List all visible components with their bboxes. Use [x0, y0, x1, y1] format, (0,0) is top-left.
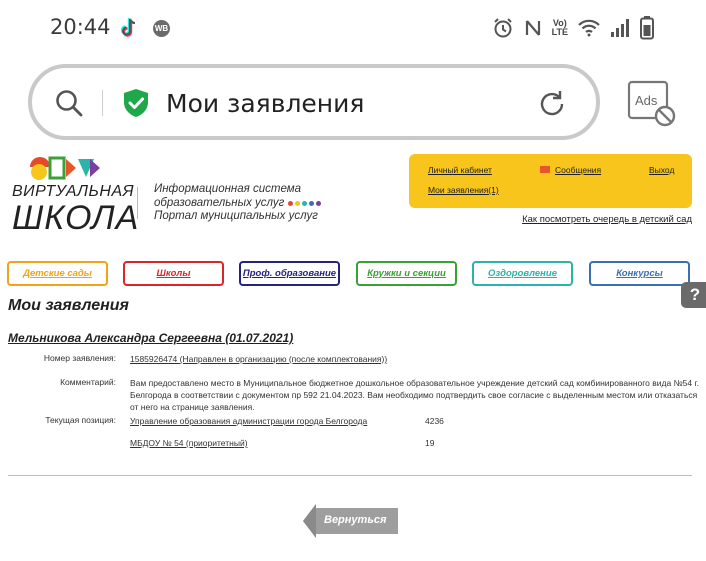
logo-line-2: ШКОЛА — [12, 199, 140, 237]
tab-health[interactable]: Оздоровление — [472, 261, 573, 286]
status-time: 20:44 — [50, 15, 111, 39]
system-info-line-3: Портал муниципальных услуг — [154, 210, 318, 222]
site-logo[interactable]: ВИРТУАЛЬНАЯ ШКОЛА — [12, 150, 138, 240]
tiktok-icon — [120, 17, 140, 39]
status-bar: 20:44 WB Vo) LTE — [0, 0, 706, 58]
shield-check-icon[interactable] — [122, 88, 150, 123]
volte-icon: Vo) LTE — [551, 18, 568, 37]
applicant-link[interactable]: Мельникова Александра Сергеевна (01.07.2… — [8, 331, 293, 345]
wifi-icon — [578, 19, 600, 37]
battery-icon — [640, 16, 654, 40]
page-heading: Мои заявления — [8, 297, 129, 314]
logo-divider — [137, 187, 138, 219]
position-org-2[interactable]: МБДОУ № 54 (приоритетный) — [130, 437, 248, 449]
content-divider — [8, 475, 692, 476]
position-value-2: 19 — [425, 438, 435, 448]
help-button[interactable]: ? — [681, 282, 706, 308]
position-value-1: 4236 — [425, 416, 444, 426]
tab-clubs[interactable]: Кружки и секции — [356, 261, 457, 286]
system-info: Информационная система образовательных у… — [154, 183, 323, 224]
alarm-icon — [492, 17, 514, 39]
page-title-in-address-bar[interactable]: Мои заявления — [166, 89, 364, 118]
application-number-label: Номер заявления: — [43, 353, 116, 363]
logout-link[interactable]: Выход — [649, 165, 674, 175]
ads-label: Ads — [635, 93, 658, 108]
category-tabs: Детские сады Школы Проф. образование Кру… — [7, 261, 693, 287]
tab-contests[interactable]: Конкурсы — [589, 261, 690, 286]
application-number-link[interactable]: 1585926474 (Направлен в организацию (пос… — [130, 353, 387, 365]
logo-shapes-icon — [30, 156, 100, 180]
mail-icon — [540, 166, 550, 173]
color-dots-icon — [288, 197, 323, 211]
address-bar[interactable]: Мои заявления — [28, 64, 600, 140]
system-info-line-1: Информационная система — [154, 183, 302, 195]
wb-icon: WB — [153, 20, 170, 37]
nfc-icon — [524, 18, 542, 38]
comment-text: Вам предоставлено место в Муниципальное … — [130, 378, 699, 412]
queue-help-link[interactable]: Как посмотреть очередь в детский сад — [522, 214, 692, 225]
tab-schools[interactable]: Школы — [123, 261, 224, 286]
user-menu-box: Личный кабинет Сообщения Выход Мои заявл… — [409, 154, 692, 208]
personal-cabinet-link[interactable]: Личный кабинет — [428, 165, 492, 175]
back-button-label: Вернуться — [324, 514, 387, 526]
system-info-line-2: образовательных услуг — [154, 196, 285, 209]
messages-link[interactable]: Сообщения — [555, 165, 601, 175]
comment-label: Комментарий: — [60, 377, 116, 387]
back-button[interactable]: Вернуться — [302, 503, 398, 539]
tab-professional-education[interactable]: Проф. образование — [239, 261, 340, 286]
address-bar-divider — [102, 90, 103, 116]
tab-kindergartens[interactable]: Детские сады — [7, 261, 108, 286]
search-icon[interactable] — [54, 88, 84, 123]
current-position-label: Текущая позиция: — [45, 415, 116, 425]
ads-block-icon[interactable]: Ads — [627, 80, 677, 128]
signal-icon — [610, 18, 630, 38]
my-applications-link[interactable]: Мои заявления(1) — [428, 185, 499, 195]
reload-icon[interactable] — [536, 88, 568, 125]
position-org-1[interactable]: Управление образования администрации гор… — [130, 415, 367, 427]
